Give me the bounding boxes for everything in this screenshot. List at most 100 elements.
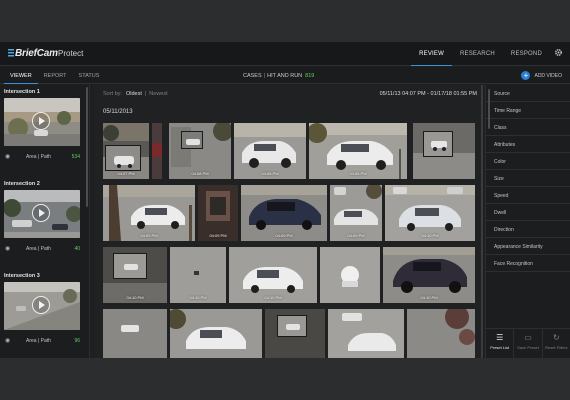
result-tile[interactable] (152, 123, 162, 179)
timestamp: 04:09 PM (347, 233, 365, 238)
briefcam-logo: BriefCam (8, 48, 58, 59)
result-tile[interactable]: 04:10 PM (103, 247, 167, 303)
timestamp: 04:09 PM (275, 233, 293, 238)
result-tile[interactable]: 04:08 PM (169, 123, 231, 179)
sort-oldest[interactable]: Oldest (126, 91, 142, 97)
result-tile[interactable] (413, 123, 475, 179)
result-tile[interactable] (328, 309, 404, 358)
camera-card[interactable]: Intersection 1 ◉ Area | Path 534 (2, 87, 82, 175)
timestamp: 04:10 PM (420, 295, 438, 300)
breadcrumb: CASES | HIT AND RUN 819 (243, 73, 314, 79)
reset-icon: ↻ (552, 333, 560, 342)
timestamp: 04:10 PM (264, 295, 282, 300)
area-path-link[interactable]: Area | Path (26, 246, 51, 252)
result-tile[interactable] (320, 247, 380, 303)
timestamp: 04:07 PM (117, 171, 135, 176)
save-preset-label: Save Preset (517, 345, 539, 350)
date-range: 05/11/13 04:07 PM - 01/17/18 01:55 PM (379, 91, 477, 97)
filter-appearance-similarity[interactable]: Appearance Similarity (486, 238, 570, 255)
result-tile[interactable]: 04:09 PM (103, 185, 195, 241)
tab-viewer[interactable]: VIEWER (4, 67, 38, 84)
filter-source[interactable]: Source (486, 85, 570, 102)
result-tile[interactable]: 04:10 PM (383, 247, 475, 303)
area-path-link[interactable]: Area | Path (26, 338, 51, 344)
play-icon[interactable] (32, 296, 50, 314)
vehicle-crop (105, 145, 141, 171)
result-tile[interactable]: 04:10 PM (229, 247, 317, 303)
reset-filters-button[interactable]: ↻ Reset Filters (543, 329, 570, 358)
app-window: BriefCam Protect REVIEW RESEARCH RESPOND… (0, 42, 570, 358)
filter-speed[interactable]: Speed (486, 187, 570, 204)
nav-review[interactable]: REVIEW (411, 42, 452, 66)
filter-time-range[interactable]: Time Range (486, 102, 570, 119)
camera-count: 40 (74, 246, 80, 252)
play-icon[interactable] (32, 112, 50, 130)
result-tile[interactable]: 04:07 PM (103, 123, 149, 179)
timestamp: 04:09 PM (140, 233, 158, 238)
breadcrumb-cases[interactable]: CASES (243, 73, 262, 79)
result-tile-scene (103, 309, 167, 358)
result-tile-scene (320, 247, 380, 303)
sort-newest[interactable]: Newest (149, 91, 167, 97)
camera-card[interactable]: Intersection 3 ◉ Area | Path 96 (2, 271, 82, 358)
filter-direction[interactable]: Direction (486, 221, 570, 238)
result-tile[interactable]: 04:09 PM (330, 185, 382, 241)
camera-card[interactable]: Intersection 2 ◉ Area | Path 40 (2, 179, 82, 267)
save-preset-button[interactable]: ▭ Save Preset (514, 329, 543, 358)
result-tile[interactable] (103, 309, 167, 358)
timestamp: 04:10 PM (421, 233, 439, 238)
product-name: Protect (58, 49, 84, 58)
breadcrumb-separator: | (263, 73, 266, 79)
camera-list-scrollbar[interactable] (86, 87, 88, 207)
day-header: 05/11/2013 (103, 109, 133, 115)
plus-icon: + (521, 71, 531, 80)
results-scrollbar[interactable] (481, 85, 483, 358)
filter-dwell[interactable]: Dwell (486, 204, 570, 221)
view-tabs: VIEWER REPORT STATUS (4, 67, 105, 84)
result-tile[interactable] (170, 309, 262, 358)
camera-thumbnail[interactable] (4, 98, 80, 146)
screenshot-frame: BriefCam Protect REVIEW RESEARCH RESPOND… (0, 0, 570, 400)
result-tile[interactable]: 04:10 PM (170, 247, 226, 303)
nav-respond[interactable]: RESPOND (503, 42, 550, 66)
area-path-link[interactable]: Area | Path (26, 154, 51, 160)
result-tile[interactable] (265, 309, 325, 358)
tab-report[interactable]: REPORT (38, 67, 73, 84)
add-video-label: ADD VIDEO (534, 72, 562, 79)
result-tile-scene (170, 309, 262, 358)
play-icon[interactable] (32, 204, 50, 222)
top-nav: REVIEW RESEARCH RESPOND (411, 42, 550, 66)
result-tile[interactable]: 04:09 PM (241, 185, 327, 241)
result-tile[interactable]: 04:08 PM (234, 123, 306, 179)
result-tile[interactable]: 04:09 PM (198, 185, 238, 241)
tab-status[interactable]: STATUS (73, 67, 106, 84)
visibility-icon[interactable]: ◉ (5, 153, 10, 160)
filter-attributes[interactable]: Attributes (486, 136, 570, 153)
add-video-button[interactable]: + ADD VIDEO (521, 71, 562, 80)
filter-actions: ☰ Preset List ▭ Save Preset ↻ Reset Filters (486, 328, 570, 358)
camera-thumbnail[interactable] (4, 282, 80, 330)
preset-list-button[interactable]: ☰ Preset List (486, 329, 515, 358)
list-icon: ☰ (496, 333, 504, 342)
breadcrumb-case: HIT AND RUN (267, 73, 303, 79)
save-icon: ▭ (524, 333, 532, 342)
gear-icon[interactable] (554, 48, 563, 57)
camera-thumbnail[interactable] (4, 190, 80, 238)
filter-face-recognition[interactable]: Face Recognition (486, 255, 570, 272)
filter-scrollbar[interactable] (488, 89, 490, 129)
camera-count: 534 (71, 154, 80, 160)
sort-separator: | (144, 91, 147, 97)
result-tile-scene (152, 123, 162, 179)
result-tile[interactable]: 04:10 PM (385, 185, 475, 241)
filter-class[interactable]: Class (486, 119, 570, 136)
result-tile[interactable] (407, 309, 475, 358)
top-bar: BriefCam Protect REVIEW RESEARCH RESPOND (0, 42, 570, 66)
timestamp: 04:10 PM (189, 295, 207, 300)
sub-bar: VIEWER REPORT STATUS CASES | HIT AND RUN 81… (0, 67, 570, 84)
nav-research[interactable]: RESEARCH (452, 42, 503, 66)
filter-size[interactable]: Size (486, 170, 570, 187)
result-tile[interactable]: 04:08 PM (309, 123, 407, 179)
visibility-icon[interactable]: ◉ (5, 337, 10, 344)
visibility-icon[interactable]: ◉ (5, 245, 10, 252)
filter-color[interactable]: Color (486, 153, 570, 170)
